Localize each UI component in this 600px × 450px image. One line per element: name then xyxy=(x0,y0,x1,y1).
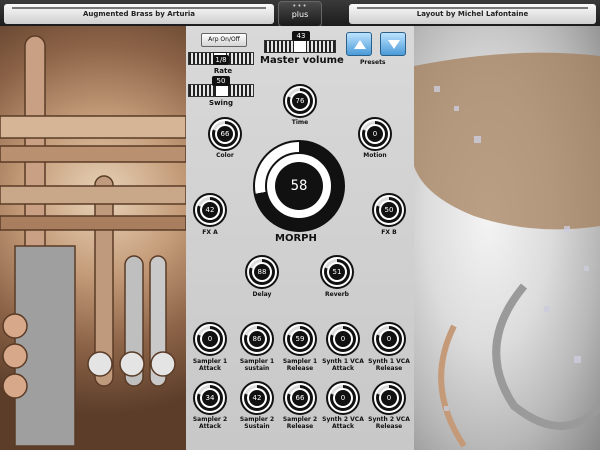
right-title-tab[interactable]: Layout by Michel Lafontaine xyxy=(349,4,596,24)
rate-label: Rate xyxy=(213,67,233,75)
preset-up-button[interactable] xyxy=(346,32,372,56)
rate-value: 1/8 xyxy=(213,55,229,65)
fx-b-knob[interactable]: 50 xyxy=(372,193,406,227)
fx-b-label: FX B xyxy=(381,229,397,236)
plus-button[interactable]: ••• plus xyxy=(278,1,322,27)
right-tab-line xyxy=(357,7,588,9)
plus-label: plus xyxy=(291,10,309,19)
motion-value: 0 xyxy=(367,126,383,142)
sampler1-release-knob[interactable]: 59 xyxy=(283,322,317,356)
synth2-vca-attack-value: 0 xyxy=(335,390,351,406)
master-volume-label: Master volume xyxy=(260,55,344,66)
top-bar: Augmented Brass by Arturia ••• plus Layo… xyxy=(0,0,600,27)
synth1-vca-release-label: Synth 1 VCA Release xyxy=(368,358,410,372)
time-value: 76 xyxy=(292,93,308,109)
left-trumpet-image xyxy=(0,26,186,450)
sampler1-sustain-value: 86 xyxy=(249,331,265,347)
synth1-vca-release-knob[interactable]: 0 xyxy=(372,322,406,356)
master-volume-thumb[interactable] xyxy=(293,40,307,53)
sampler1-attack-value: 0 xyxy=(202,331,218,347)
motion-label: Motion xyxy=(363,152,387,159)
color-value: 66 xyxy=(217,126,233,142)
synth1-vca-attack-knob[interactable]: 0 xyxy=(326,322,360,356)
horn-illustration xyxy=(414,52,600,448)
left-title-tab[interactable]: Augmented Brass by Arturia xyxy=(4,4,274,24)
presets-label: Presets xyxy=(360,59,386,66)
synth1-vca-release-value: 0 xyxy=(381,331,397,347)
sampler2-sustain-knob[interactable]: 42 xyxy=(240,381,274,415)
synth1-vca-attack-value: 0 xyxy=(335,331,351,347)
master-volume-slider[interactable] xyxy=(264,40,336,53)
synth1-vca-attack-label: Synth 1 VCA Attack xyxy=(322,358,364,372)
sampler2-sustain-value: 42 xyxy=(249,390,265,406)
sampler2-attack-label: Sampler 2 Attack xyxy=(192,416,228,430)
color-label: Color xyxy=(216,152,234,159)
sampler2-attack-knob[interactable]: 34 xyxy=(193,381,227,415)
morph-value: 58 xyxy=(275,162,323,210)
sampler2-release-value: 66 xyxy=(292,390,308,406)
morph-knob[interactable]: 58 xyxy=(253,140,345,232)
preset-down-button[interactable] xyxy=(380,32,406,56)
color-knob[interactable]: 66 xyxy=(208,117,242,151)
synth2-vca-attack-knob[interactable]: 0 xyxy=(326,381,360,415)
sampler1-release-value: 59 xyxy=(292,331,308,347)
arrow-up-icon xyxy=(354,40,366,49)
reverb-label: Reverb xyxy=(325,291,349,298)
plus-dots-icon: ••• xyxy=(292,2,308,10)
sampler1-attack-label: Sampler 1 Attack xyxy=(192,358,228,372)
arrow-down-icon xyxy=(388,40,400,49)
arp-toggle-button[interactable]: Arp On/Off xyxy=(201,33,247,47)
delay-value: 88 xyxy=(254,264,270,280)
fx-b-value: 50 xyxy=(381,202,397,218)
right-title: Layout by Michel Lafontaine xyxy=(416,10,529,18)
sampler2-release-knob[interactable]: 66 xyxy=(283,381,317,415)
master-volume-value: 43 xyxy=(292,31,310,41)
synth2-vca-release-knob[interactable]: 0 xyxy=(372,381,406,415)
time-knob[interactable]: 76 xyxy=(283,84,317,118)
delay-knob[interactable]: 88 xyxy=(245,255,279,289)
swing-value: 50 xyxy=(212,76,230,86)
swing-label: Swing xyxy=(209,99,233,107)
morph-label: MORPH xyxy=(275,233,317,244)
synth2-vca-release-label: Synth 2 VCA Release xyxy=(368,416,410,430)
motion-knob[interactable]: 0 xyxy=(358,117,392,151)
reverb-knob[interactable]: 51 xyxy=(320,255,354,289)
sampler2-attack-value: 34 xyxy=(202,390,218,406)
sampler1-sustain-knob[interactable]: 86 xyxy=(240,322,274,356)
trumpet-illustration xyxy=(0,35,186,447)
right-horn-image xyxy=(414,26,600,450)
fx-a-knob[interactable]: 42 xyxy=(193,193,227,227)
fx-a-value: 42 xyxy=(202,202,218,218)
reverb-value: 51 xyxy=(329,264,345,280)
sampler1-attack-knob[interactable]: 0 xyxy=(193,322,227,356)
fx-a-label: FX A xyxy=(202,229,218,236)
left-tab-line xyxy=(12,7,266,9)
synth2-vca-attack-label: Synth 2 VCA Attack xyxy=(322,416,364,430)
left-title: Augmented Brass by Arturia xyxy=(82,10,196,18)
delay-label: Delay xyxy=(252,291,272,298)
synth2-vca-release-value: 0 xyxy=(381,390,397,406)
time-label: Time xyxy=(291,119,309,126)
